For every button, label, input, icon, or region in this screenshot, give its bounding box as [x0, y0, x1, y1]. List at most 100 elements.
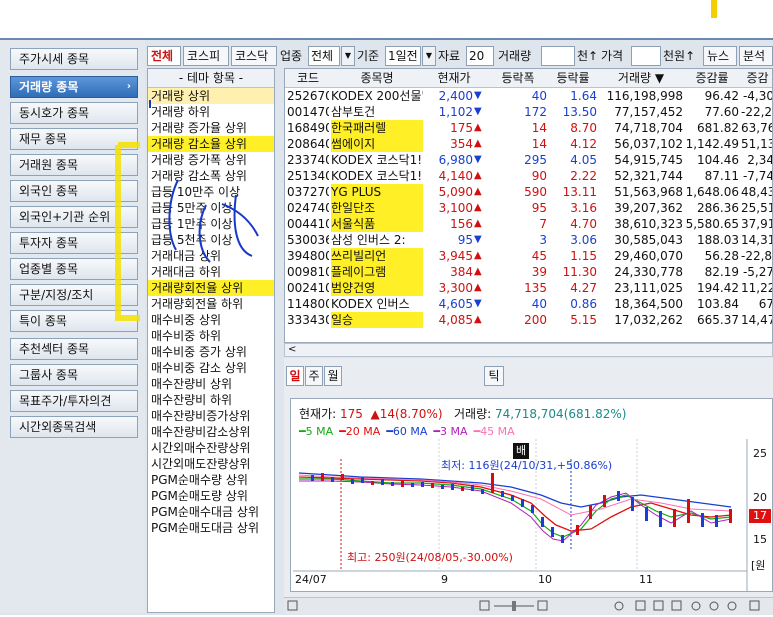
price-chart[interactable]: 현재가: 175 ▲14(8.70%) 거래량: 74,718,704(681.… — [290, 398, 773, 592]
theme-item[interactable]: 매수비중 하위 — [148, 328, 274, 344]
up-arrow-icon: ▲ — [474, 170, 482, 181]
data-count-input[interactable]: 20 — [466, 46, 494, 66]
high-price-annotation: 최고: 250원(24/08/05,-30.00%) — [347, 551, 513, 564]
column-header[interactable]: 거래량 ▼ — [599, 69, 683, 87]
theme-item[interactable]: 급등 1만주 이상 — [148, 216, 274, 232]
column-header[interactable]: 현재가 — [421, 69, 487, 87]
price-input[interactable] — [631, 46, 661, 66]
theme-item[interactable]: 급등 10만주 이상 — [148, 184, 274, 200]
theme-item[interactable]: 급등 5만주 이상 — [148, 200, 274, 216]
table-row[interactable]: 037270 YG PLUS 5,090 ▲ 590 13.11 51,563,968 1,6… — [285, 184, 772, 200]
nav-item[interactable]: 특이 종목 — [10, 310, 138, 332]
theme-list: - 테마 항목 - 거래량 상위 거래량 하위 거래량 증가율 상위 거래량 감소율 … — [147, 68, 275, 613]
basis-select[interactable]: 1일전 — [385, 46, 421, 66]
nav-item[interactable]: 재무 종목 — [10, 128, 138, 150]
stock-name: KODEX 인버스 — [331, 297, 410, 311]
theme-item[interactable]: 매수잔량비 하위 — [148, 392, 274, 408]
theme-item[interactable]: PGM순매도대금 상위 — [148, 520, 274, 536]
theme-item[interactable]: 거래량회전율 하위 — [148, 296, 274, 312]
table-row[interactable]: 168490 한국패러렐 175 ▲ 14 8.70 74,718,704 681.82 63,… — [285, 120, 772, 136]
theme-item[interactable]: 거래대금 하위 — [148, 264, 274, 280]
column-header[interactable]: 코드 — [287, 69, 329, 87]
chart-tool-icons[interactable] — [284, 598, 773, 614]
nav-item-label: 시간외종목검색 — [19, 420, 97, 434]
stock-name: 플레이그램 — [331, 264, 423, 280]
analysis-button[interactable]: 분석 — [739, 46, 773, 66]
nav-item[interactable]: 업종별 종목 — [10, 258, 138, 280]
tab-kosdaq[interactable]: 코스닥 — [231, 46, 277, 66]
theme-item[interactable]: PGM순매수량 상위 — [148, 472, 274, 488]
table-row[interactable]: 208640 썸에이지 354 ▲ 14 4.12 56,037,102 1,142.49 51… — [285, 136, 772, 152]
period-month-button[interactable]: 월 — [324, 366, 342, 386]
sector-select[interactable]: 전체 — [308, 46, 340, 66]
down-arrow-icon: ▼ — [474, 298, 482, 309]
column-header[interactable]: 증감률 — [685, 69, 739, 87]
period-week-button[interactable]: 주 — [305, 366, 323, 386]
nav-item[interactable]: 목표주가/투자의견 — [10, 390, 138, 412]
theme-item[interactable]: PGM순매도량 상위 — [148, 488, 274, 504]
sector-dropdown-icon[interactable]: ▼ — [341, 46, 355, 66]
column-header[interactable]: 종목명 — [331, 69, 423, 87]
table-row[interactable]: 252670 KODEX 200선물' 2,400 ▼ 40 1.64 116,198,99… — [285, 88, 772, 104]
nav-item[interactable]: 거래량 종목 › — [10, 76, 138, 98]
basis-label: 기준 — [357, 49, 380, 63]
theme-item[interactable]: 매수잔량비감소상위 — [148, 424, 274, 440]
theme-item[interactable]: 거래량 증가폭 상위 — [148, 152, 274, 168]
nav-item[interactable]: 외국인+기관 순위 — [10, 206, 138, 228]
horizontal-scrollbar[interactable]: < — [284, 343, 773, 357]
nav-item[interactable]: 외국인 종목 — [10, 180, 138, 202]
current-price: 1,102 — [438, 105, 473, 119]
theme-item[interactable]: 거래량 감소율 상위 — [148, 136, 274, 152]
nav-item[interactable]: 거래원 종목 — [10, 154, 138, 176]
table-row[interactable]: 002410 범양건영 3,300 ▲ 135 4.27 23,111,025 194.42 1… — [285, 280, 772, 296]
theme-item[interactable]: 매수비중 감소 상위 — [148, 360, 274, 376]
theme-item[interactable]: 매수비중 증가 상위 — [148, 344, 274, 360]
theme-item[interactable]: 급등 5천주 이상 — [148, 232, 274, 248]
table-row[interactable]: 233740 KODEX 코스닥1! 6,980 ▼ 295 4.05 54,915,745… — [285, 152, 772, 168]
chart-panel: 일 주 월 틱 현재가: 175 ▲14(8.70%) 거래량: 74,718,… — [284, 358, 773, 613]
nav-item[interactable]: 그룹사 종목 — [10, 364, 138, 386]
theme-item[interactable]: 거래량 증가율 상위 — [148, 120, 274, 136]
tick-button[interactable]: 틱 — [484, 366, 504, 386]
table-row[interactable]: 530036 삼성 인버스 2: 95 ▼ 3 3.06 30,585,043 188.03 1… — [285, 232, 772, 248]
theme-item[interactable]: 거래량 감소폭 상위 — [148, 168, 274, 184]
basis-dropdown-icon[interactable]: ▼ — [422, 46, 436, 66]
tab-all[interactable]: 전체 — [147, 46, 181, 66]
period-day-button[interactable]: 일 — [286, 366, 304, 386]
column-header[interactable]: 등락률 — [549, 69, 597, 87]
theme-item[interactable]: 매수잔량비 상위 — [148, 376, 274, 392]
table-row[interactable]: 004410 서울식품 156 ▲ 7 4.70 38,610,323 5,580.65 37,… — [285, 216, 772, 232]
scroll-left-icon[interactable]: < — [288, 344, 296, 355]
theme-item[interactable]: 매수비중 상위 — [148, 312, 274, 328]
table-row[interactable]: 333430 일승 4,085 ▲ 200 5.15 17,032,262 665.37 14,… — [285, 312, 772, 328]
theme-item[interactable]: 거래량 상위 — [148, 88, 274, 104]
table-row[interactable]: 024740 한일단조 3,100 ▲ 95 3.16 39,207,362 286.36 25… — [285, 200, 772, 216]
stock-code: 002410 — [287, 281, 329, 295]
column-header[interactable]: 증감 — [741, 69, 772, 87]
volume-label: 거래량 — [498, 49, 532, 63]
table-row[interactable]: 009810 플레이그램 384 ▲ 39 11.30 24,330,778 82.19 -5,… — [285, 264, 772, 280]
theme-item[interactable]: PGM순매수대금 상위 — [148, 504, 274, 520]
volume-input[interactable] — [541, 46, 575, 66]
table-row[interactable]: 114800 KODEX 인버스 4,605 ▼ 40 0.86 18,364,500 103… — [285, 296, 772, 312]
price-change: 39 — [531, 265, 547, 279]
news-button[interactable]: 뉴스 — [703, 46, 737, 66]
table-row[interactable]: 001470 삼부토건 1,102 ▼ 172 13.50 77,157,452 77.60-… — [285, 104, 772, 120]
theme-item[interactable]: 시간외매수잔량상위 — [148, 440, 274, 456]
tab-kospi[interactable]: 코스피 — [183, 46, 229, 66]
table-row[interactable]: 394800 쓰리빌리언 3,945 ▲ 45 1.15 29,460,070 56.28 -2… — [285, 248, 772, 264]
nav-item[interactable]: 추천섹터 종목 — [10, 338, 138, 360]
table-row[interactable]: 251340 KODEX 코스닥1! 4,140 ▲ 90 2.22 52,321,744 8… — [285, 168, 772, 184]
nav-item[interactable]: 투자자 종목 — [10, 232, 138, 254]
theme-item[interactable]: 시간외매도잔량상위 — [148, 456, 274, 472]
nav-item[interactable]: 주가시세 종목 — [10, 48, 138, 70]
theme-item[interactable]: 매수잔량비증가상위 — [148, 408, 274, 424]
theme-item[interactable]: 거래량 하위 — [148, 104, 274, 120]
column-header[interactable]: 등락폭 — [489, 69, 547, 87]
price-change: 40 — [531, 297, 547, 311]
nav-item[interactable]: 시간외종목검색 — [10, 416, 138, 438]
theme-item[interactable]: 거래대금 상위 — [148, 248, 274, 264]
nav-item[interactable]: 구분/지정/조치 — [10, 284, 138, 306]
theme-item[interactable]: 거래량회전율 상위 — [148, 280, 274, 296]
nav-item[interactable]: 동시호가 종목 — [10, 102, 138, 124]
